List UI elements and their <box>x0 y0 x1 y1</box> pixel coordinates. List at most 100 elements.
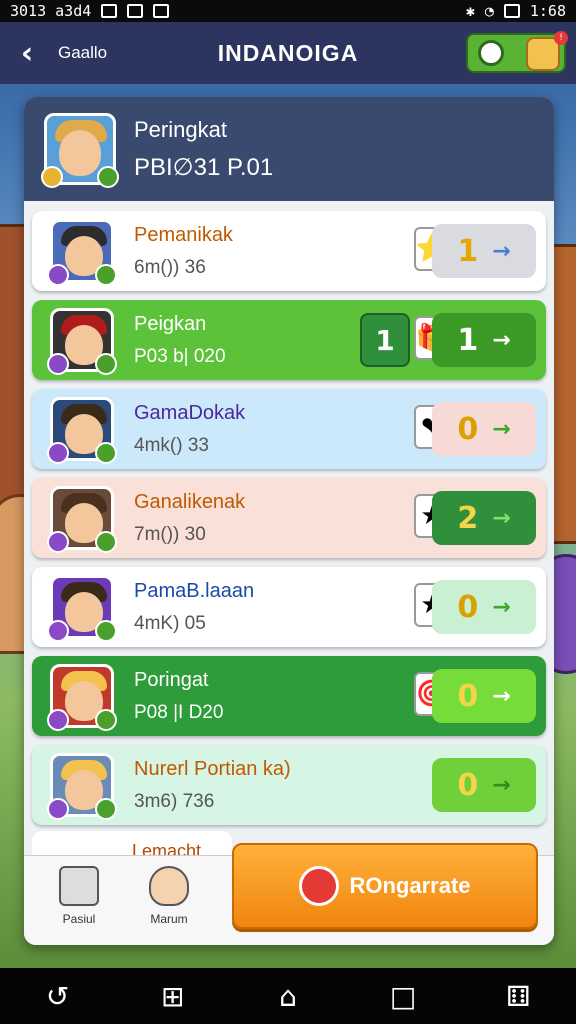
arrow-right-icon: → <box>492 505 511 531</box>
player-avatar <box>47 753 117 820</box>
player-score: 3m6) 736 <box>134 790 215 812</box>
rank-box: 1 <box>360 313 410 367</box>
badge-icon <box>95 442 117 464</box>
arrow-right-icon: → <box>492 772 511 798</box>
player-avatar <box>47 219 117 286</box>
status-bar: 3013 a3d4 ✱ ◔ 1:68 <box>0 0 576 22</box>
leaderboard-row[interactable]: Nurerl Portian ka) 3m6) 736 0 → <box>32 745 546 825</box>
player-avatar <box>47 575 117 642</box>
badge-icon <box>47 353 69 375</box>
value-action-button[interactable]: 0 → <box>432 580 536 634</box>
row-value: 2 <box>457 500 479 536</box>
value-action-button[interactable]: 0 → <box>432 758 536 812</box>
player-score: 4mk() 33 <box>134 434 209 456</box>
badge-icon <box>95 264 117 286</box>
arrow-right-icon: → <box>492 416 511 442</box>
back-arrow-icon: ‹ <box>20 35 34 71</box>
gem-icon <box>299 866 340 906</box>
back-label[interactable]: Gaallo <box>58 43 107 63</box>
value-action-button[interactable]: 0 → <box>432 669 536 723</box>
player-name: Peigkan <box>134 312 207 335</box>
main-action-label: ROngarrate <box>349 873 471 898</box>
row-value: 0 <box>457 589 479 625</box>
player-name: PamaB.laaan <box>134 579 255 602</box>
player-name: Nurerl Portian ka) <box>134 757 291 780</box>
currency-profile-widget[interactable]: ! <box>466 31 568 73</box>
arrow-right-icon: → <box>492 594 511 620</box>
tab-label: Pasiul <box>62 912 96 926</box>
image-icon <box>101 4 118 18</box>
leaderboard-row[interactable]: GamaDokak4mk() 33❤0→ <box>32 389 546 469</box>
gold-badge-icon <box>41 166 63 188</box>
badge-icon <box>95 531 117 553</box>
value-action-button[interactable]: 2 → <box>432 491 536 545</box>
main-action-button[interactable]: ROngarrate <box>232 843 538 929</box>
coin-icon <box>478 40 504 66</box>
character-face-icon <box>149 866 189 906</box>
value-action-button[interactable]: 0 → <box>432 402 536 456</box>
badge-icon <box>47 531 69 553</box>
leaderboard-header: Peringkat PBI∅31 P.01 <box>24 97 554 201</box>
leaderboard-panel: Peringkat PBI∅31 P.01 Pemanikak6m()) 36⭐… <box>24 97 554 945</box>
player-score: 4mK) 05 <box>134 612 206 634</box>
player-name: Poringat <box>134 668 209 691</box>
tab-marum[interactable]: Marum <box>124 866 214 940</box>
arrow-right-icon: → <box>492 683 511 709</box>
tab-label: Marum <box>150 912 188 926</box>
row-value: 1 <box>457 233 479 269</box>
top-app-bar: ‹ Gaallo INDANOIGA ! <box>0 22 576 84</box>
player-score: 6m()) 36 <box>134 256 206 278</box>
status-left-text: 3013 a3d4 <box>10 2 92 20</box>
battery-icon <box>503 4 520 18</box>
wifi-icon: ◔ <box>484 2 494 20</box>
badge-icon <box>47 709 69 731</box>
player-avatar[interactable] <box>41 113 119 188</box>
badge-icon <box>47 264 69 286</box>
row-value: 0 <box>457 767 479 803</box>
notification-badge: ! <box>554 31 568 45</box>
value-action-button[interactable]: 1 → <box>432 313 536 367</box>
leaderboard-row[interactable]: PoringatP08 |I D20🎯0→ <box>32 656 546 736</box>
player-avatar <box>47 664 117 731</box>
player-name: Pemanikak <box>134 223 233 246</box>
arrow-right-icon: → <box>492 327 511 353</box>
badge-icon <box>47 798 69 820</box>
leaderboard-subtitle: PBI∅31 P.01 <box>134 153 274 181</box>
leaderboard-title: Peringkat <box>134 116 227 142</box>
infinity-icon <box>127 4 144 18</box>
badge-icon <box>95 798 117 820</box>
leaderboard-row[interactable]: PamaB.laaan4mK) 05★0→ <box>32 567 546 647</box>
player-avatar <box>47 486 117 553</box>
badge-icon <box>47 442 69 464</box>
dice-icon[interactable]: ⚅ <box>496 974 540 1018</box>
badge-icon <box>95 620 117 642</box>
windows-icon[interactable]: ⊞ <box>151 974 195 1018</box>
back-nav-button[interactable]: ↺ <box>36 974 80 1018</box>
player-score: P03 b| 020 <box>134 345 226 367</box>
player-avatar <box>47 397 117 464</box>
player-name: GamaDokak <box>134 401 246 424</box>
home-icon[interactable]: ⌂ <box>266 974 310 1018</box>
leaderboard-row[interactable]: PeigkanP03 b| 0201🎁1→ <box>32 300 546 380</box>
status-time: 1:68 <box>529 2 566 20</box>
player-name: Ganalikenak <box>134 490 246 513</box>
value-action-button[interactable]: 1 → <box>432 224 536 278</box>
bluetooth-icon: ✱ <box>465 2 475 20</box>
system-navigation-bar: ↺ ⊞ ⌂ □ ⚅ <box>0 968 576 1024</box>
player-score: P08 |I D20 <box>134 701 224 723</box>
arrow-right-icon: → <box>492 238 511 264</box>
tab-pasiul[interactable]: Pasiul <box>34 866 124 940</box>
leaderboard-row[interactable]: Pemanikak6m()) 36⭐1→ <box>32 211 546 291</box>
badge-icon <box>95 353 117 375</box>
row-value: 0 <box>457 411 479 447</box>
chevron-down-icon <box>153 4 170 18</box>
building-icon <box>59 866 99 906</box>
leaderboard-row[interactable]: Ganalikenak7m()) 30★2→ <box>32 478 546 558</box>
badge-icon <box>95 709 117 731</box>
back-button[interactable]: ‹ <box>10 35 44 71</box>
row-value: 1 <box>457 322 479 358</box>
player-score: 7m()) 30 <box>134 523 206 545</box>
badge-icon <box>47 620 69 642</box>
recent-apps-icon[interactable]: □ <box>381 974 425 1018</box>
player-avatar <box>47 308 117 375</box>
